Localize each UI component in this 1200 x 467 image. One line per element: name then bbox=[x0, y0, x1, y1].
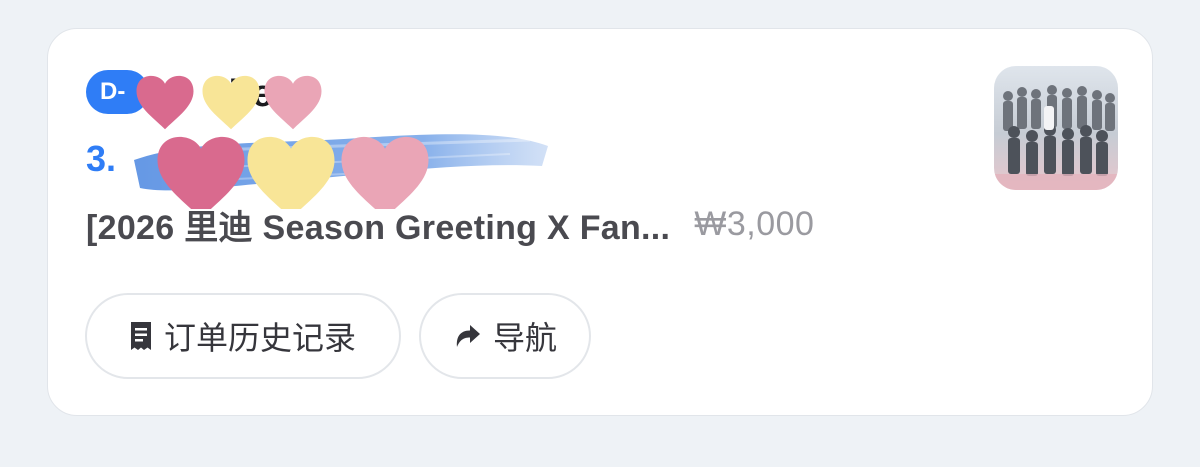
share-arrow-icon bbox=[453, 323, 481, 349]
product-price: ₩3,000 bbox=[694, 204, 815, 243]
order-line-number: 3. bbox=[86, 138, 117, 179]
card-title: jiteu bbox=[218, 73, 297, 115]
album-cover-image bbox=[994, 66, 1118, 190]
navigate-button[interactable]: 导航 bbox=[419, 293, 591, 379]
receipt-icon bbox=[130, 321, 152, 351]
navigate-label: 导航 bbox=[492, 320, 557, 356]
order-card[interactable]: D- jiteu 3. [2026 里迪 Season Greeting X F… bbox=[47, 28, 1153, 416]
order-history-button[interactable]: 订单历史记录 bbox=[85, 293, 401, 379]
product-row: [2026 里迪 Season Greeting X Fan... ₩3,000 bbox=[86, 201, 814, 247]
blue-scribble-redaction bbox=[134, 134, 548, 191]
album-cover-thumbnail[interactable] bbox=[994, 66, 1118, 190]
dday-badge: D- bbox=[86, 70, 150, 114]
order-history-label: 订单历史记录 bbox=[163, 320, 356, 356]
product-name: [2026 里迪 Season Greeting X Fan... bbox=[86, 208, 671, 247]
